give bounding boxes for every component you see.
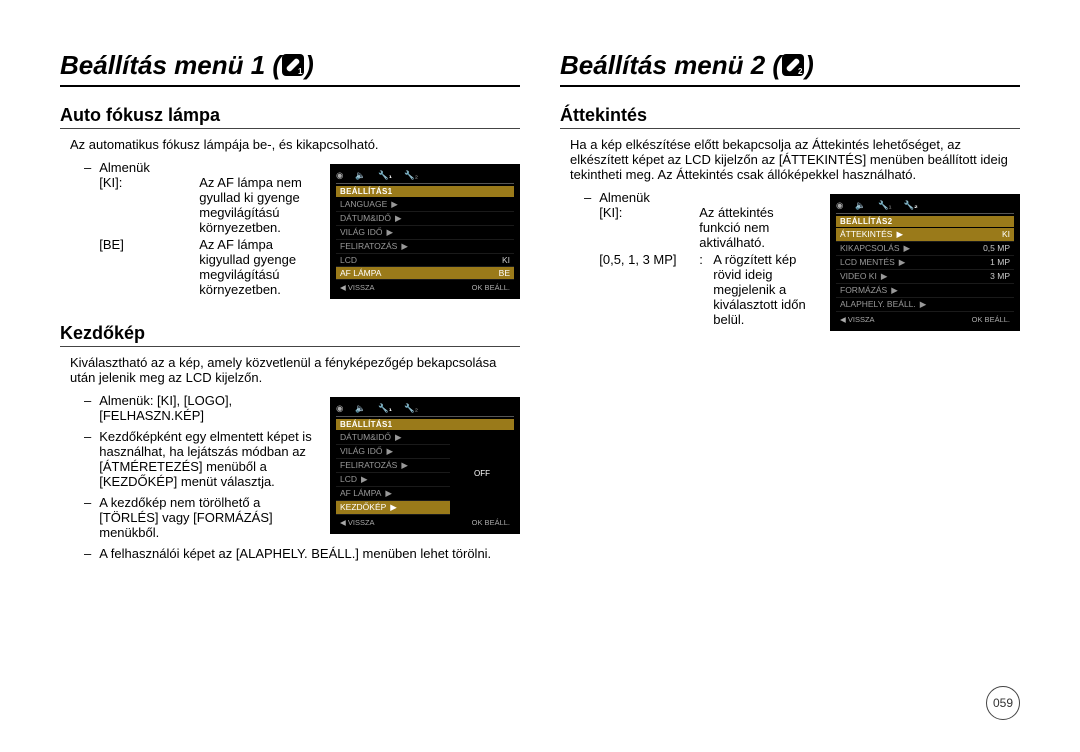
lcd-menu-row: FELIRATOZÁS▶ bbox=[336, 240, 514, 254]
speaker-icon: 🔈 bbox=[355, 403, 366, 414]
camera-icon: ◉ bbox=[836, 200, 843, 211]
lcd-menu-row: LCD MENTÉS▶1 MP bbox=[836, 256, 1014, 270]
wrench-2-tab-icon: 🔧₂ bbox=[404, 170, 418, 181]
submenu-row: [KI]:Az áttekintés funkció nem aktiválha… bbox=[599, 205, 818, 250]
lcd-menu-row: VIDEO KI▶3 MP bbox=[836, 270, 1014, 284]
wrench-1-tab-icon: 🔧₁ bbox=[378, 403, 392, 414]
intro-overview: Ha a kép elkészítése előtt bekapcsolja a… bbox=[570, 137, 1020, 182]
lcd-menu-row: DÁTUM&IDŐ▶ bbox=[336, 431, 450, 445]
lcd-menu-row: LCDKI bbox=[336, 254, 514, 267]
lcd-menu-row: FORMÁZÁS▶ bbox=[836, 284, 1014, 298]
almenuk-label: Almenük bbox=[99, 160, 318, 175]
lcd-menu-row: VILÁG IDŐ▶ bbox=[336, 226, 514, 240]
subheading-auto-focus-lamp: Auto fókusz lámpa bbox=[60, 105, 520, 129]
heading-settings-menu-1: Beállítás menü 1 (1) bbox=[60, 50, 520, 87]
lcd-menu-row: KEZDŐKÉP▶ bbox=[336, 501, 450, 515]
bullet-item: –A kezdőkép nem törölhető a [TÖRLÉS] vag… bbox=[84, 495, 318, 540]
lcd-menu-row: DÁTUM&IDŐ▶ bbox=[336, 212, 514, 226]
intro-afl: Az automatikus fókusz lámpája be-, és ki… bbox=[70, 137, 520, 152]
svg-text:1: 1 bbox=[298, 67, 303, 76]
lcd-menu-row: VILÁG IDŐ▶ bbox=[336, 445, 450, 459]
submenu-row: [KI]:Az AF lámpa nem gyullad ki gyenge m… bbox=[99, 175, 318, 235]
submenu-row: [BE]Az AF lámpa kigyullad gyenge megvilá… bbox=[99, 237, 318, 297]
submenu-row: [0,5, 1, 3 MP]:A rögzített kép rövid ide… bbox=[599, 252, 818, 327]
wrench-2-tab-icon: 🔧₂ bbox=[404, 403, 418, 414]
column-left: Beállítás menü 1 (1) Auto fókusz lámpa A… bbox=[60, 50, 520, 567]
startup-preview-off: OFF bbox=[452, 433, 512, 513]
wrench-1-icon: 1 bbox=[281, 53, 305, 77]
wrench-2-icon: 2 bbox=[781, 53, 805, 77]
page-number: 059 bbox=[986, 686, 1020, 720]
wrench-1-tab-icon: 🔧₁ bbox=[378, 170, 392, 181]
lcd-preview-af-lamp: ◉ 🔈 🔧₁ 🔧₂ BEÁLLÍTÁS1 LANGUAGE▶DÁTUM&IDŐ▶… bbox=[330, 164, 520, 299]
camera-icon: ◉ bbox=[336, 403, 343, 414]
subheading-startup-image: Kezdőkép bbox=[60, 323, 520, 347]
column-right: Beállítás menü 2 (2) Áttekintés Ha a kép… bbox=[560, 50, 1020, 567]
wrench-2-tab-icon: 🔧₂ bbox=[903, 200, 917, 211]
svg-text:2: 2 bbox=[798, 67, 803, 76]
lcd-menu-row: AF LÁMPABE bbox=[336, 267, 514, 280]
lcd-menu-row: KIKAPCSOLÁS▶0,5 MP bbox=[836, 242, 1014, 256]
wrench-1-tab-icon: 🔧₁ bbox=[878, 200, 891, 211]
speaker-icon: 🔈 bbox=[355, 170, 366, 181]
lcd-menu-row: ALAPHELY. BEÁLL.▶ bbox=[836, 298, 1014, 312]
lcd-preview-startup: ◉ 🔈 🔧₁ 🔧₂ BEÁLLÍTÁS1 DÁTUM&IDŐ▶VILÁG IDŐ… bbox=[330, 397, 520, 534]
heading-settings-menu-2: Beállítás menü 2 (2) bbox=[560, 50, 1020, 87]
bullet-item: –A felhasználói képet az [ALAPHELY. BEÁL… bbox=[84, 546, 520, 561]
camera-icon: ◉ bbox=[336, 170, 343, 181]
lcd-menu-row: AF LÁMPA▶ bbox=[336, 487, 450, 501]
lcd-menu-row: ÁTTEKINTÉS▶KI bbox=[836, 228, 1014, 242]
speaker-icon: 🔈 bbox=[855, 200, 866, 211]
subheading-overview: Áttekintés bbox=[560, 105, 1020, 129]
lcd-menu-row: FELIRATOZÁS▶ bbox=[336, 459, 450, 473]
intro-startup: Kiválasztható az a kép, amely közvetlenü… bbox=[70, 355, 520, 385]
bullet-item: –Almenük: [KI], [LOGO], [FELHASZN.KÉP] bbox=[84, 393, 318, 423]
bullet-item: –Kezdőképként egy elmentett képet is has… bbox=[84, 429, 318, 489]
lcd-menu-row: LCD▶ bbox=[336, 473, 450, 487]
almenuk-label: Almenük bbox=[599, 190, 818, 205]
lcd-menu-row: LANGUAGE▶ bbox=[336, 198, 514, 212]
lcd-preview-overview: ◉ 🔈 🔧₁ 🔧₂ BEÁLLÍTÁS2 ÁTTEKINTÉS▶KIKIKAPC… bbox=[830, 194, 1020, 331]
